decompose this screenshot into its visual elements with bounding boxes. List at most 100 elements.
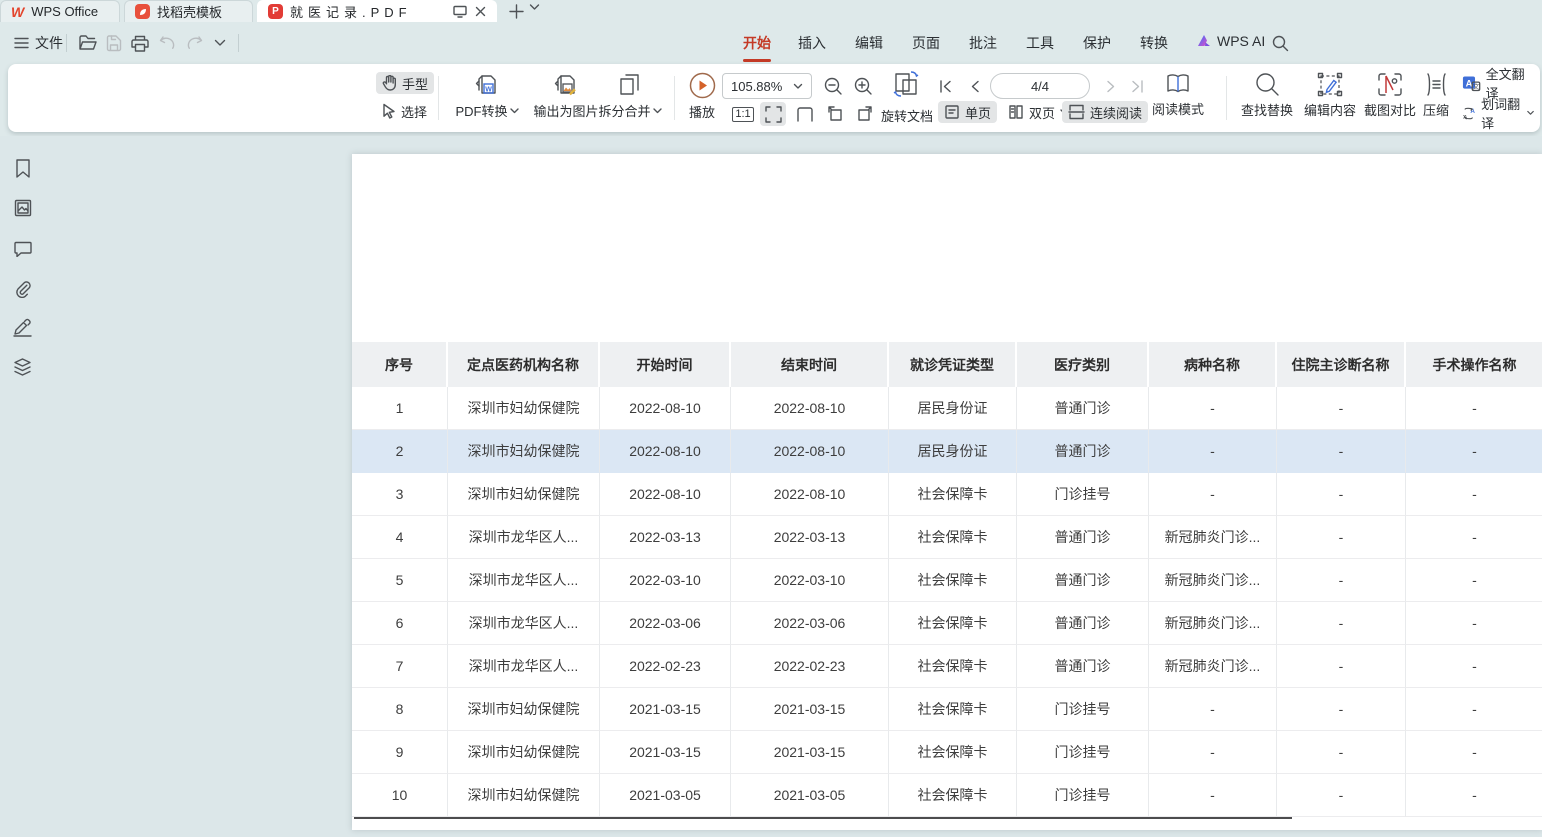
table-cell: -	[1149, 731, 1277, 774]
table-cell: 2022-03-13	[731, 516, 889, 559]
zoom-out-button[interactable]	[822, 75, 844, 97]
pdf-page[interactable]: 序号定点医药机构名称开始时间结束时间就诊凭证类型医疗类别病种名称住院主诊断名称手…	[352, 154, 1542, 830]
table-cell: -	[1406, 645, 1542, 688]
word-translate-icon: x A	[1462, 105, 1476, 122]
screenshot-compare-button[interactable]: 截图对比	[1360, 72, 1420, 119]
select-tool-button[interactable]: 选择	[376, 100, 434, 122]
table-cell: -	[1277, 473, 1406, 516]
table-body: 1深圳市妇幼保健院2022-08-102022-08-10居民身份证普通门诊--…	[352, 387, 1542, 817]
menu-tools[interactable]: 工具	[1023, 33, 1057, 53]
table-cell: 2022-03-13	[600, 516, 731, 559]
last-page-button[interactable]	[1126, 75, 1148, 97]
table-cell: 门诊挂号	[1017, 688, 1149, 731]
split-merge-button[interactable]: 拆分合并	[590, 72, 670, 120]
document-title: 就医记录.PDF	[290, 2, 412, 21]
zoom-in-button[interactable]	[852, 75, 874, 97]
attachment-icon[interactable]	[13, 279, 32, 298]
column-header: 手术操作名称	[1406, 342, 1542, 387]
menu-insert[interactable]: 插入	[795, 33, 829, 53]
screenshot-compare-icon	[1377, 72, 1403, 97]
table-cell: 深圳市龙华区人...	[448, 559, 600, 602]
table-cell: -	[1406, 731, 1542, 774]
find-replace-icon	[1255, 72, 1280, 97]
export-image-icon	[553, 72, 579, 98]
compress-button[interactable]: 压缩	[1414, 72, 1458, 119]
thumbnail-icon[interactable]	[13, 198, 32, 217]
continuous-read-button[interactable]: 连续阅读	[1062, 101, 1148, 123]
table-row: 6深圳市龙华区人...2022-03-062022-03-06社会保障卡普通门诊…	[352, 602, 1542, 645]
close-icon[interactable]	[475, 6, 486, 17]
next-page-button[interactable]	[1100, 75, 1122, 97]
table-cell: -	[1149, 688, 1277, 731]
edit-content-button[interactable]: 编辑内容	[1300, 72, 1360, 119]
tab-document-pdf[interactable]: P 就医记录.PDF	[257, 0, 497, 22]
table-cell: 新冠肺炎门诊...	[1149, 559, 1277, 602]
table-cell: 2022-02-23	[731, 645, 889, 688]
layers-icon[interactable]	[13, 357, 32, 376]
menu-protect[interactable]: 保护	[1080, 33, 1114, 53]
comment-icon[interactable]	[13, 239, 32, 258]
table-cell: 社会保障卡	[889, 688, 1017, 731]
table-cell: 深圳市龙华区人...	[448, 602, 600, 645]
table-cell: -	[1277, 559, 1406, 602]
single-page-button[interactable]: 单页	[938, 101, 997, 123]
pdf-convert-button[interactable]: W PDF转换	[449, 72, 525, 120]
save-button[interactable]	[104, 33, 124, 53]
menu-wps-ai[interactable]: WPS AI	[1196, 33, 1265, 49]
table-cell: 门诊挂号	[1017, 731, 1149, 774]
table-cell: 2021-03-15	[731, 731, 889, 774]
table-bottom-border	[354, 817, 1292, 819]
undo-button[interactable]	[158, 33, 178, 53]
tab-wps-office[interactable]: W WPS Office	[0, 0, 120, 22]
hamburger-icon	[14, 37, 29, 49]
menu-edit[interactable]: 编辑	[852, 33, 886, 53]
file-menu[interactable]: 文件	[14, 33, 63, 53]
full-translate-button[interactable]: A 文 全文翻译	[1456, 72, 1540, 94]
export-image-label: 输出为图片	[533, 101, 598, 120]
table-cell: 社会保障卡	[889, 774, 1017, 817]
zoom-level-select[interactable]: 105.88%	[722, 73, 812, 99]
rotate-doc-label: 旋转文档	[876, 106, 938, 125]
fit-page-button[interactable]	[760, 102, 786, 126]
menu-annotate[interactable]: 批注	[966, 33, 1000, 53]
signature-icon[interactable]	[13, 318, 32, 337]
fit-width-button[interactable]	[792, 102, 818, 126]
table-row: 4深圳市龙华区人...2022-03-132022-03-13社会保障卡普通门诊…	[352, 516, 1542, 559]
wps-office-window: W WPS Office 找稻壳模板 P 就医记录.PDF	[0, 0, 1542, 837]
actual-size-button[interactable]: 1:1	[730, 102, 756, 126]
first-page-button[interactable]	[934, 75, 956, 97]
print-button[interactable]	[130, 33, 150, 53]
search-icon[interactable]	[1270, 33, 1290, 53]
read-mode-button[interactable]: 阅读模式	[1148, 72, 1208, 118]
table-cell: 普通门诊	[1017, 430, 1149, 473]
find-replace-button[interactable]: 查找替换	[1236, 72, 1298, 119]
prev-page-button[interactable]	[964, 75, 986, 97]
docer-icon	[135, 4, 150, 19]
chevron-down-icon	[510, 108, 519, 114]
open-file-button[interactable]	[78, 33, 98, 53]
svg-text:A: A	[1466, 78, 1473, 88]
tab-list-chevron-down-icon[interactable]	[529, 3, 540, 11]
tab-docer-templates[interactable]: 找稻壳模板	[124, 0, 253, 22]
wps-ai-label: WPS AI	[1217, 33, 1265, 49]
split-merge-icon	[617, 72, 643, 98]
menu-page[interactable]: 页面	[909, 33, 943, 53]
play-button[interactable]: 播放	[680, 72, 724, 121]
rotate-document-button[interactable]	[892, 70, 920, 98]
monitor-icon[interactable]	[453, 5, 467, 18]
redo-button[interactable]	[184, 33, 204, 53]
word-translate-button[interactable]: x A 划词翻译	[1456, 102, 1540, 124]
table-cell: -	[1406, 473, 1542, 516]
menu-convert[interactable]: 转换	[1137, 33, 1171, 53]
bookmark-icon[interactable]	[13, 159, 32, 178]
rotate-right-button[interactable]	[854, 102, 876, 124]
menu-home[interactable]: 开始	[740, 33, 774, 53]
quick-access-chevron-down-icon[interactable]	[210, 33, 230, 53]
page-indicator-input[interactable]: 4/4	[990, 73, 1090, 99]
table-cell: -	[1277, 645, 1406, 688]
hand-tool-button[interactable]: 手型	[376, 72, 434, 94]
table-cell: -	[1406, 774, 1542, 817]
table-header-row: 序号定点医药机构名称开始时间结束时间就诊凭证类型医疗类别病种名称住院主诊断名称手…	[352, 342, 1542, 387]
rotate-left-button[interactable]	[824, 102, 846, 124]
new-tab-button[interactable]	[505, 1, 527, 21]
